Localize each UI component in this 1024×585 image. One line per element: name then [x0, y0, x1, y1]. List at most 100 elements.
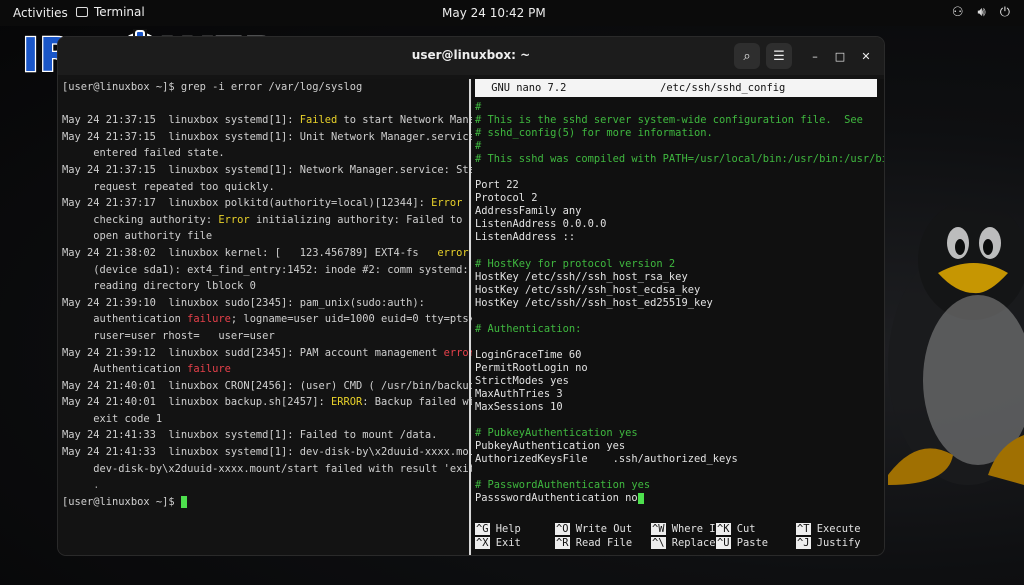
config-text: Port 22	[475, 179, 519, 192]
config-text: ListenAddress ::	[475, 231, 576, 244]
log-text: May 24 21:39:12 linuxbox sudd[2345]: PAM…	[62, 346, 444, 359]
log-text: initializing authority: Failed to	[249, 213, 463, 226]
config-line: HostKey /etc/ssh//ssh_host_rsa_key	[475, 271, 875, 284]
terminal-icon	[76, 7, 88, 17]
config-line: LoginGraceTime 60	[475, 349, 875, 362]
power-icon[interactable]: ⏻	[1000, 5, 1010, 20]
shortcut-label: Where Is	[665, 523, 722, 535]
config-line: StrictModes yes	[475, 375, 875, 388]
nano-shortcut[interactable]: ^G Help	[475, 523, 521, 536]
window-titlebar[interactable]: user@linuxbox: ~ ⌕ ☰ – □ ✕	[58, 37, 884, 75]
log-text: May 24 21:41:33 linuxbox systemd[1]: Fai…	[62, 429, 438, 442]
config-line	[475, 336, 875, 349]
log-line: May 24 21:39:12 linuxbox sudd[2345]: PAM…	[62, 345, 481, 362]
app-name: Terminal	[94, 5, 145, 19]
config-text: # sshd_config(5) for more information.	[475, 127, 713, 140]
network-icon[interactable]: ⚇	[952, 5, 964, 20]
config-line: PassswordAuthentication no	[475, 492, 875, 505]
activities-button[interactable]: Activities	[13, 6, 68, 20]
search-button[interactable]: ⌕	[734, 43, 760, 69]
log-text: Error	[218, 213, 250, 226]
nano-shortcut[interactable]: ^J Justify	[796, 536, 861, 550]
close-icon: ✕	[861, 49, 871, 63]
log-line: open authority file	[62, 228, 468, 245]
log-text: open authority file	[62, 230, 213, 243]
config-text: MaxAuthTries 3	[475, 388, 563, 401]
shortcut-key: ^O	[555, 523, 570, 535]
pane-divider[interactable]	[469, 79, 471, 555]
log-line: May 24 21:41:33 linuxbox systemd[1]: dev…	[62, 444, 519, 461]
log-line: May 24 21:37:15 linuxbox systemd[1]: Net…	[62, 162, 487, 179]
config-text: HostKey /etc/ssh//ssh_host_ed25519_key	[475, 296, 713, 309]
log-text: [user@linuxbox ~]$ grep -i error /var/lo…	[62, 81, 363, 93]
log-text: ; logname=user uid=1000 euid=0 tty=pts/1	[230, 313, 482, 326]
config-text: # HostKey for protocol version 2	[475, 257, 676, 270]
config-line: HostKey /etc/ssh//ssh_host_ecdsa_key	[475, 284, 875, 297]
log-text: [user@linuxbox ~]$	[62, 495, 181, 508]
log-text: May 24 21:37:15 linuxbox systemd[1]: Uni…	[62, 130, 475, 143]
config-line: Port 22	[475, 179, 875, 192]
log-text: Error	[431, 197, 463, 210]
system-tray[interactable]: ⚇ 🔊︎ ⏻	[952, 5, 1010, 20]
log-text: May 24 21:37:15 linuxbox systemd[1]:	[62, 114, 300, 127]
log-line: May 24 21:37:17 linuxbox polkitd(authori…	[62, 195, 468, 212]
minimize-button[interactable]: –	[806, 47, 824, 65]
nano-shortcut[interactable]: ^K Cut	[716, 523, 756, 536]
log-text: error	[437, 246, 469, 259]
nano-shortcut[interactable]: ^R Read File	[555, 536, 632, 550]
config-comment-line: #	[475, 140, 875, 153]
log-text: failure	[187, 363, 231, 376]
app-menu-terminal[interactable]: Terminal	[76, 5, 145, 19]
clock[interactable]: May 24 10:42 PM	[442, 6, 546, 20]
terminal-window[interactable]: user@linuxbox: ~ ⌕ ☰ – □ ✕ [user@linuxbo…	[58, 37, 884, 555]
log-line: May 24 21:40:01 linuxbox CRON[2456]: (us…	[62, 378, 506, 395]
top-bar: Activities Terminal May 24 10:42 PM ⚇ 🔊︎…	[0, 0, 1024, 26]
config-comment-line: # HostKey for protocol version 2	[475, 258, 875, 271]
config-text: ListenAddress 0.0.0.0	[475, 218, 607, 231]
shortcut-key: ^K	[716, 523, 731, 535]
maximize-button[interactable]: □	[831, 47, 849, 65]
close-button[interactable]: ✕	[857, 47, 875, 65]
log-text: ERROR	[331, 396, 363, 409]
config-text: AuthorizedKeysFile .ssh/authorized_keys	[475, 453, 738, 466]
shortcut-key: ^U	[716, 536, 731, 549]
shortcut-label: Cut	[730, 523, 756, 535]
config-text: PassswordAuthentication no	[475, 492, 638, 505]
config-line	[475, 466, 875, 479]
log-text: authentication	[62, 313, 188, 326]
config-line: PermitRootLogin no	[475, 362, 875, 375]
log-text: May 24 21:37:15 linuxbox systemd[1]: Net…	[62, 163, 488, 176]
log-text: May 24 21:39:10 linuxbox sudo[2345]: pam…	[62, 296, 425, 309]
nano-shortcut[interactable]: ^O Write Out	[555, 523, 632, 536]
maximize-icon: □	[834, 49, 846, 63]
log-line: reading directory lblock 0	[62, 278, 468, 295]
log-text: May 24 21:40:01 linuxbox backup.sh[2457]…	[62, 396, 331, 409]
log-text: May 24 21:41:33 linuxbox systemd[1]: dev…	[62, 446, 519, 459]
nano-editor-pane[interactable]: GNU nano 7.2 /etc/ssh/sshd_config # # Thi…	[472, 79, 884, 555]
nano-shortcut[interactable]: ^\ Replace	[651, 536, 716, 550]
nano-shortcut[interactable]: ^X Exit	[475, 536, 521, 550]
nano-shortcut[interactable]: ^T Execute	[796, 523, 861, 536]
config-text: # This is the sshd server system-wide co…	[475, 114, 863, 127]
config-text: #	[475, 140, 482, 153]
nano-shortcut[interactable]: ^U Paste	[716, 536, 768, 550]
log-line: ruser=user rhost= user=user	[62, 328, 468, 345]
volume-icon[interactable]: 🔊︎	[978, 5, 986, 20]
nano-buffer[interactable]: # # This is the sshd server system-wide c…	[475, 101, 884, 505]
nano-shortcut[interactable]: ^W Where Is	[651, 523, 722, 536]
shortcut-key: ^J	[796, 536, 811, 549]
config-comment-line: # sshd_config(5) for more information.	[475, 127, 875, 140]
config-text: AddressFamily any	[475, 205, 582, 218]
config-line: HostKey /etc/ssh//ssh_host_ed25519_key	[475, 297, 875, 310]
log-line: (device sda1): ext4_find_entry:1452: ino…	[62, 262, 468, 279]
shortcut-label: Write Out	[569, 523, 633, 535]
config-text: # Authentication:	[475, 322, 582, 335]
log-line: May 24 21:40:01 linuxbox backup.sh[2457]…	[62, 394, 487, 411]
terminal-pane-left[interactable]: [user@linuxbox ~]$ grep -i error /var/lo…	[58, 79, 519, 555]
config-line	[475, 414, 875, 427]
hamburger-menu-button[interactable]: ☰	[766, 43, 792, 69]
shortcut-key: ^W	[651, 523, 666, 535]
config-text: HostKey /etc/ssh//ssh_host_rsa_key	[475, 270, 688, 283]
shortcut-label: Replace	[665, 536, 716, 549]
log-text: May 24 21:37:17 linuxbox polkitd(authori…	[62, 197, 432, 210]
